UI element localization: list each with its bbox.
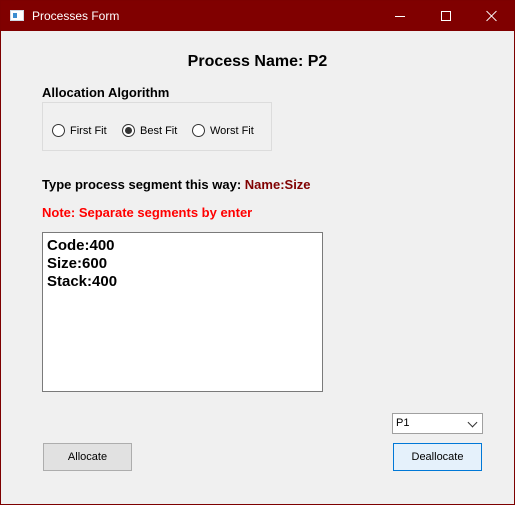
maximize-icon xyxy=(441,11,451,21)
app-window-icon xyxy=(10,10,24,21)
allocation-algorithm-label: Allocation Algorithm xyxy=(42,85,170,100)
radio-first-fit[interactable]: First Fit xyxy=(52,123,112,139)
allocation-algorithm-group: First Fit Best Fit Worst Fit xyxy=(42,102,272,151)
segment-line: Stack:400 xyxy=(47,273,118,290)
close-icon xyxy=(486,10,498,22)
segments-textarea[interactable]: Code:400 Size:600 Stack:400 xyxy=(42,232,323,392)
segment-format-instruction: Type process segment this way: Name:Size xyxy=(42,177,311,192)
process-select-value: P1 xyxy=(396,417,410,429)
maximize-button[interactable] xyxy=(423,1,469,31)
radio-worst-fit-label[interactable]: Worst Fit xyxy=(210,123,254,139)
process-select[interactable]: P1 xyxy=(392,413,483,434)
radio-worst-fit-circle[interactable] xyxy=(192,124,205,137)
window-title: Processes Form xyxy=(32,9,120,23)
radio-best-fit-circle[interactable] xyxy=(122,124,135,137)
radio-worst-fit[interactable]: Worst Fit xyxy=(192,123,262,139)
close-button[interactable] xyxy=(468,1,514,31)
segment-line: Size:600 xyxy=(47,255,108,272)
radio-first-fit-circle[interactable] xyxy=(52,124,65,137)
segment-format-instruction-text: Type process segment this way: xyxy=(42,177,245,192)
radio-first-fit-label[interactable]: First Fit xyxy=(70,123,107,139)
process-name-heading: Process Name: P2 xyxy=(187,53,328,70)
separator-note: Note: Separate segments by enter xyxy=(42,205,253,220)
segment-format-hint: Name:Size xyxy=(244,177,311,192)
processes-form-window: Processes Form Process Name: P2 Allocati… xyxy=(0,0,515,505)
title-bar[interactable]: Processes Form xyxy=(1,1,514,31)
radio-best-fit-label[interactable]: Best Fit xyxy=(140,123,177,139)
minimize-button[interactable] xyxy=(377,1,423,31)
radio-best-fit[interactable]: Best Fit xyxy=(122,123,182,139)
chevron-down-icon[interactable] xyxy=(467,417,478,428)
allocate-button[interactable]: Allocate xyxy=(43,443,132,471)
deallocate-button[interactable]: Deallocate xyxy=(393,443,482,471)
minimize-icon xyxy=(395,16,405,17)
segment-line: Code:400 xyxy=(47,237,115,254)
